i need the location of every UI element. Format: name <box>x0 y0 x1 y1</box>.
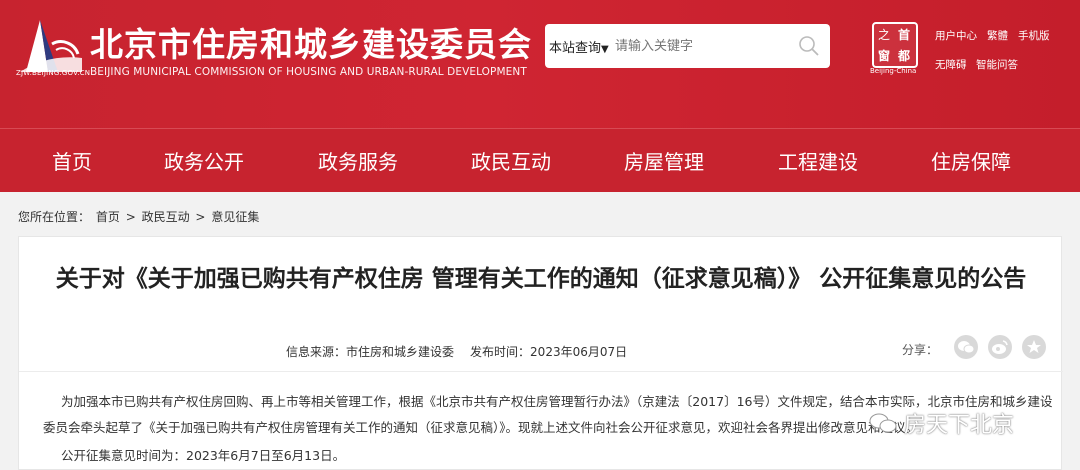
commission-logo-icon[interactable] <box>18 14 84 74</box>
breadcrumb-home[interactable]: 首页 <box>96 210 120 224</box>
favorite-share-icon[interactable] <box>1022 335 1046 359</box>
nav-item-government-services[interactable]: 政务服务 <box>318 146 398 175</box>
accessibility-link[interactable]: 无障碍 <box>935 57 967 72</box>
smart-qa-link[interactable]: 智能问答 <box>976 57 1018 72</box>
site-header: ZJW.BEIJING.GOV.CN 北京市住房和城乡建设委员会 BEIJING… <box>0 0 1080 128</box>
search-icon[interactable] <box>798 35 820 57</box>
site-url: ZJW.BEIJING.GOV.CN <box>16 69 91 77</box>
wechat-watermark-icon <box>869 413 897 433</box>
search-scope-select[interactable]: 本站查询▼ <box>549 37 609 56</box>
weibo-share-icon[interactable] <box>988 335 1012 359</box>
breadcrumb-public-interaction[interactable]: 政民互动 <box>142 210 190 224</box>
nav-item-public-interaction[interactable]: 政民互动 <box>471 146 551 175</box>
site-title[interactable]: 北京市住房和城乡建设委员会 <box>90 18 532 66</box>
article-meta: 信息来源：市住房和城乡建设委 发布时间：2023年06月07日 <box>286 345 628 359</box>
search-input[interactable] <box>615 34 790 58</box>
nav-item-home[interactable]: 首页 <box>52 146 92 175</box>
article-source: 市住房和城乡建设委 <box>346 345 455 359</box>
site-title-en: BEIJING MUNICIPAL COMMISSION OF HOUSING … <box>90 66 527 78</box>
watermark-text: 房天下北京 <box>904 413 1015 438</box>
breadcrumb-opinion-collection[interactable]: 意见征集 <box>211 210 259 224</box>
nav-item-housing-security[interactable]: 住房保障 <box>931 146 1011 175</box>
mobile-version-link[interactable]: 手机版 <box>1018 28 1050 43</box>
chevron-down-icon: ▼ <box>601 44 609 55</box>
breadcrumb: 您所在位置： 首页 > 政民互动 > 意见征集 <box>18 210 260 224</box>
source-watermark: 房天下北京 <box>858 405 1068 445</box>
traditional-chinese-link[interactable]: 繁體 <box>987 28 1008 43</box>
search-box: 本站查询▼ <box>545 24 830 68</box>
wechat-share-icon[interactable] <box>954 335 978 359</box>
article-date: 2023年06月07日 <box>530 345 628 359</box>
capital-window-logo[interactable]: 首 都 之 窗 <box>872 22 918 68</box>
share-label: 分享： <box>902 343 939 357</box>
main-nav: 首页 政务公开 政务服务 政民互动 房屋管理 工程建设 住房保障 <box>0 128 1080 192</box>
nav-item-housing-management[interactable]: 房屋管理 <box>624 146 704 175</box>
article-paragraph: 公开征集意见时间为：2023年6月7日至6月13日。 <box>61 448 346 463</box>
nav-item-construction[interactable]: 工程建设 <box>778 146 858 175</box>
capital-window-caption: Beijing-China <box>870 67 917 75</box>
article-divider <box>19 371 1063 372</box>
user-center-link[interactable]: 用户中心 <box>935 28 977 43</box>
article-title: 关于对《关于加强已购共有产权住房 管理有关工作的通知（征求意见稿）》 公开征集意… <box>55 266 1027 292</box>
nav-item-government-affairs[interactable]: 政务公开 <box>164 146 244 175</box>
